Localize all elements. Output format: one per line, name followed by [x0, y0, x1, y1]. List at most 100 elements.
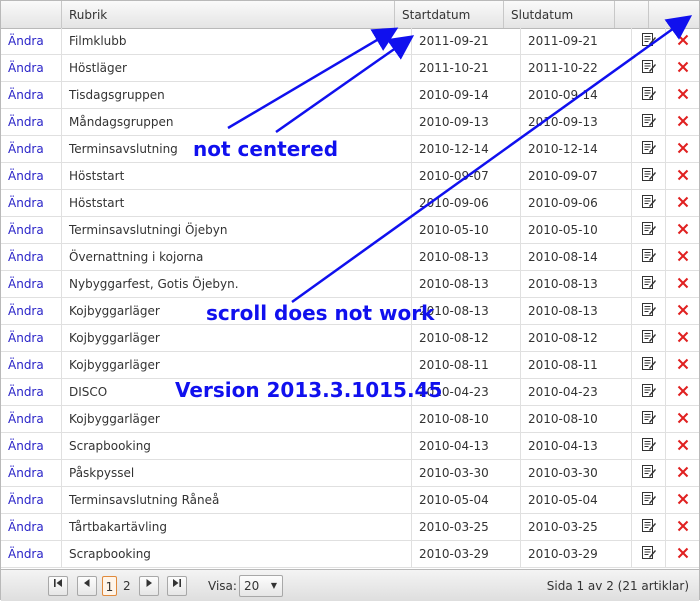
edit-cell[interactable] [632, 28, 666, 54]
delete-icon[interactable] [677, 515, 689, 541]
delete-cell[interactable] [666, 514, 699, 540]
delete-cell[interactable] [666, 352, 699, 378]
edit-cell[interactable] [632, 190, 666, 216]
edit-icon[interactable] [641, 83, 656, 109]
first-page-icon[interactable] [48, 576, 68, 596]
delete-cell[interactable] [666, 325, 699, 351]
edit-link[interactable]: Ändra [1, 460, 62, 486]
table-row[interactable]: Ändra Måndagsgruppen 2010-09-13 2010-09-13 [1, 109, 699, 136]
table-row[interactable]: Ändra Scrapbooking 2010-04-13 2010-04-13 [1, 433, 699, 460]
delete-icon[interactable] [677, 29, 689, 55]
edit-cell[interactable] [632, 271, 666, 297]
page-2-link[interactable]: 2 [123, 576, 131, 596]
delete-cell[interactable] [666, 190, 699, 216]
edit-cell[interactable] [632, 298, 666, 324]
delete-cell[interactable] [666, 298, 699, 324]
edit-icon[interactable] [641, 245, 656, 271]
edit-icon[interactable] [641, 407, 656, 433]
delete-cell[interactable] [666, 406, 699, 432]
table-row[interactable]: Ändra Tisdagsgruppen 2010-09-14 2010-09-14 [1, 82, 699, 109]
edit-link[interactable]: Ändra [1, 487, 62, 513]
delete-icon[interactable] [677, 434, 689, 460]
edit-icon[interactable] [641, 56, 656, 82]
edit-link[interactable]: Ändra [1, 163, 62, 189]
table-row[interactable]: Ändra Terminsavslutning Råneå 2010-05-04 20… [1, 487, 699, 514]
edit-link[interactable]: Ändra [1, 190, 62, 216]
edit-icon[interactable] [641, 272, 656, 298]
delete-icon[interactable] [677, 164, 689, 190]
next-page-icon[interactable] [139, 576, 159, 596]
delete-cell[interactable] [666, 217, 699, 243]
delete-icon[interactable] [677, 542, 689, 568]
delete-icon[interactable] [677, 488, 689, 514]
edit-icon[interactable] [641, 434, 656, 460]
edit-icon[interactable] [641, 542, 656, 568]
delete-cell[interactable] [666, 244, 699, 270]
edit-icon[interactable] [641, 380, 656, 406]
delete-icon[interactable] [677, 245, 689, 271]
delete-cell[interactable] [666, 487, 699, 513]
edit-cell[interactable] [632, 136, 666, 162]
delete-icon[interactable] [677, 272, 689, 298]
edit-cell[interactable] [632, 433, 666, 459]
delete-icon[interactable] [677, 380, 689, 406]
edit-icon[interactable] [641, 461, 656, 487]
edit-cell[interactable] [632, 352, 666, 378]
edit-cell[interactable] [632, 244, 666, 270]
edit-cell[interactable] [632, 82, 666, 108]
edit-link[interactable]: Ändra [1, 379, 62, 405]
delete-icon[interactable] [677, 83, 689, 109]
edit-cell[interactable] [632, 379, 666, 405]
edit-cell[interactable] [632, 541, 666, 567]
edit-link[interactable]: Ändra [1, 514, 62, 540]
edit-link[interactable]: Ändra [1, 406, 62, 432]
edit-cell[interactable] [632, 460, 666, 486]
delete-icon[interactable] [677, 461, 689, 487]
edit-cell[interactable] [632, 217, 666, 243]
last-page-icon[interactable] [167, 576, 187, 596]
edit-icon[interactable] [641, 515, 656, 541]
delete-cell[interactable] [666, 541, 699, 567]
delete-cell[interactable] [666, 28, 699, 54]
table-row[interactable]: Ändra Tårtbakartävling 2010-03-25 2010-03-2… [1, 514, 699, 541]
edit-link[interactable]: Ändra [1, 109, 62, 135]
delete-cell[interactable] [666, 82, 699, 108]
table-row[interactable]: Ändra Höststart 2010-09-06 2010-09-06 [1, 190, 699, 217]
edit-icon[interactable] [641, 299, 656, 325]
delete-icon[interactable] [677, 299, 689, 325]
edit-cell[interactable] [632, 487, 666, 513]
table-row[interactable]: Ändra Nybyggarfest, Gotis Öjebyn. 2010-08-… [1, 271, 699, 298]
edit-cell[interactable] [632, 55, 666, 81]
table-row[interactable]: Ändra Terminsavslutning 2010-12-14 2010-12-… [1, 136, 699, 163]
edit-icon[interactable] [641, 110, 656, 136]
delete-icon[interactable] [677, 110, 689, 136]
delete-cell[interactable] [666, 163, 699, 189]
prev-page-icon[interactable] [77, 576, 97, 596]
edit-icon[interactable] [641, 326, 656, 352]
delete-icon[interactable] [677, 56, 689, 82]
edit-link[interactable]: Ändra [1, 433, 62, 459]
edit-cell[interactable] [632, 163, 666, 189]
header-startdatum[interactable]: Startdatum [395, 1, 504, 28]
table-row[interactable]: Ändra Kojbyggarläger 2010-08-10 2010-08-10 [1, 406, 699, 433]
page-size-select[interactable]: 20 ▼ [239, 575, 283, 597]
page-1-link[interactable]: 1 [102, 576, 117, 596]
header-slutdatum[interactable]: Slutdatum [504, 1, 615, 28]
edit-link[interactable]: Ändra [1, 271, 62, 297]
edit-link[interactable]: Ändra [1, 298, 62, 324]
edit-link[interactable]: Ändra [1, 136, 62, 162]
delete-icon[interactable] [677, 326, 689, 352]
edit-icon[interactable] [641, 488, 656, 514]
edit-link[interactable]: Ändra [1, 28, 62, 54]
edit-icon[interactable] [641, 353, 656, 379]
edit-link[interactable]: Ändra [1, 217, 62, 243]
delete-cell[interactable] [666, 460, 699, 486]
delete-cell[interactable] [666, 136, 699, 162]
edit-link[interactable]: Ändra [1, 244, 62, 270]
edit-link[interactable]: Ändra [1, 325, 62, 351]
table-row[interactable]: Ändra Påskpyssel 2010-03-30 2010-03-30 [1, 460, 699, 487]
edit-link[interactable]: Ändra [1, 82, 62, 108]
delete-cell[interactable] [666, 55, 699, 81]
delete-cell[interactable] [666, 271, 699, 297]
edit-cell[interactable] [632, 406, 666, 432]
